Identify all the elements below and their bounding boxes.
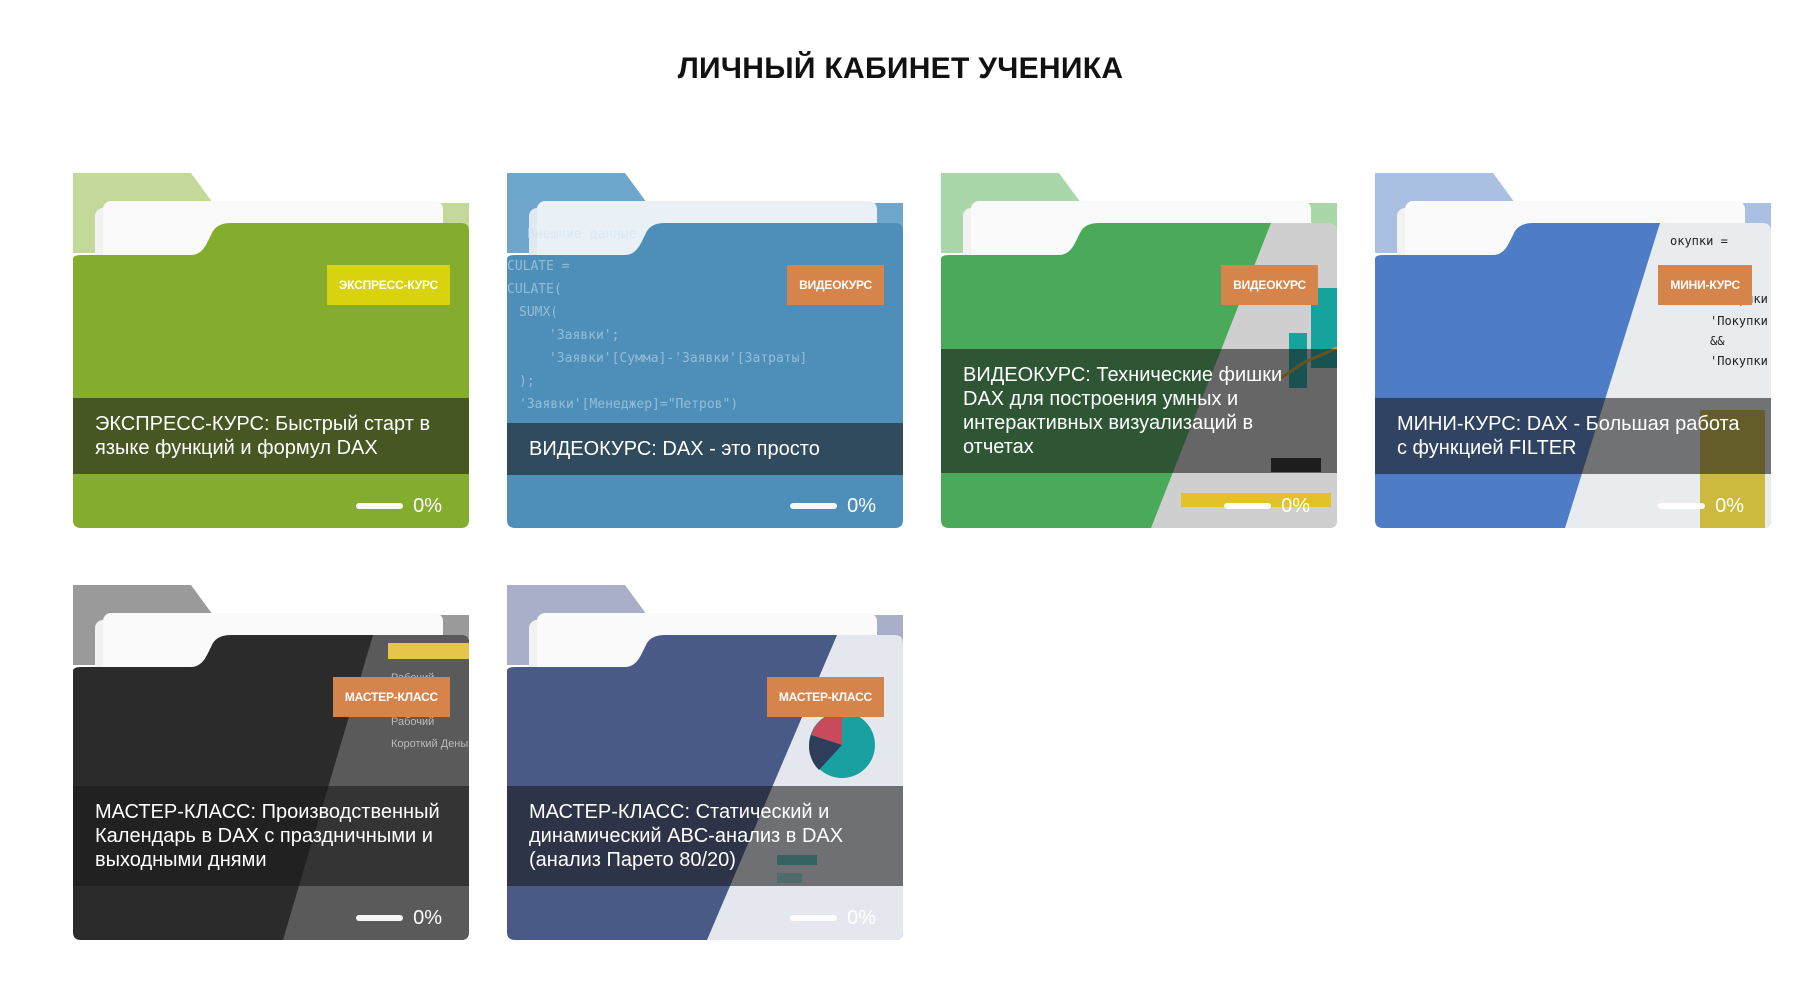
- progress-bar: [790, 503, 838, 509]
- progress-indicator: 0%: [790, 495, 876, 517]
- course-type-badge: МАСТЕР-КЛАСС: [332, 677, 450, 717]
- folder-icon: Рабочий Рабочий Рабочий Короткий Дены: [73, 585, 469, 940]
- progress-bar: [1224, 503, 1272, 509]
- svg-text:);: );: [519, 374, 535, 389]
- page-title: ЛИЧНЫЙ КАБИНЕТ УЧЕНИКА: [677, 52, 1124, 85]
- course-card-dax-visuals[interactable]: ВИДЕОКУРС ВИДЕОКУРС: Технические фишки D…: [941, 173, 1337, 528]
- course-card-filter[interactable]: окупки = 'Покупки 'Покупки && 'Покупки М…: [1375, 173, 1771, 528]
- course-type-badge: ЭКСПРЕСС-КУРС: [326, 265, 450, 305]
- course-title: МАСТЕР-КЛАСС: Производственный Календарь…: [73, 786, 469, 886]
- progress-text: 0%: [413, 906, 442, 929]
- course-title: ВИДЕОКУРС: Технические фишки DAX для пос…: [941, 349, 1337, 473]
- progress-indicator: 0%: [790, 907, 876, 929]
- course-type-badge: МАСТЕР-КЛАСС: [766, 677, 884, 717]
- progress-bar: [356, 503, 404, 509]
- svg-text:CULATE =: CULATE =: [507, 259, 570, 274]
- folder-icon: [507, 585, 903, 940]
- svg-text:'Покупки: 'Покупки: [1710, 354, 1768, 368]
- folder-icon: [73, 173, 469, 528]
- progress-bar: [356, 915, 404, 921]
- svg-text:SUMX(: SUMX(: [519, 305, 558, 320]
- svg-text:Короткий Дены: Короткий Дены: [391, 738, 468, 750]
- svg-text:'Заявки';: 'Заявки';: [549, 328, 619, 343]
- svg-text:окупки =: окупки =: [1670, 234, 1728, 248]
- svg-text:Рабочий: Рабочий: [391, 716, 434, 728]
- svg-text:Внешние данные: Внешние данные: [527, 227, 637, 242]
- progress-indicator: 0%: [1224, 495, 1310, 517]
- folder-icon: окупки = 'Покупки 'Покупки && 'Покупки: [1375, 173, 1771, 528]
- course-card-abc-analysis[interactable]: МАСТЕР-КЛАСС МАСТЕР-КЛАСС: Статический и…: [507, 585, 903, 940]
- svg-text:CULATE(: CULATE(: [507, 282, 562, 297]
- progress-bar: [790, 915, 838, 921]
- svg-text:&&: &&: [1710, 334, 1725, 348]
- course-card-express[interactable]: ЭКСПРЕСС-КУРС ЭКСПРЕСС-КУРС: Быстрый ста…: [73, 173, 469, 528]
- svg-text:'Заявки'[Менеджер]="Петров"): 'Заявки'[Менеджер]="Петров"): [519, 397, 738, 412]
- course-card-dax-simple[interactable]: Внешние данные CULATE = CULATE( SUMX( 'З…: [507, 173, 903, 528]
- course-title: ЭКСПРЕСС-КУРС: Быстрый старт в языке фун…: [73, 398, 469, 474]
- progress-bar: [1658, 503, 1706, 509]
- progress-text: 0%: [847, 494, 876, 517]
- progress-indicator: 0%: [356, 907, 442, 929]
- progress-text: 0%: [847, 906, 876, 929]
- course-type-badge: ВИДЕОКУРС: [1221, 265, 1318, 305]
- progress-text: 0%: [413, 494, 442, 517]
- course-type-badge: ВИДЕОКУРС: [787, 265, 884, 305]
- course-title: ВИДЕОКУРС: DAX - это просто: [507, 423, 903, 475]
- course-title: МАСТЕР-КЛАСС: Статический и динамический…: [507, 786, 903, 886]
- course-title: МИНИ-КУРС: DAX - Большая работа с функци…: [1375, 398, 1771, 474]
- progress-indicator: 0%: [356, 495, 442, 517]
- progress-text: 0%: [1281, 494, 1310, 517]
- svg-text:'Покупки: 'Покупки: [1710, 314, 1768, 328]
- course-card-calendar[interactable]: Рабочий Рабочий Рабочий Короткий Дены МА…: [73, 585, 469, 940]
- progress-text: 0%: [1715, 494, 1744, 517]
- svg-text:'Заявки'[Сумма]-'Заявки'[Затра: 'Заявки'[Сумма]-'Заявки'[Затраты]: [549, 351, 807, 366]
- progress-indicator: 0%: [1658, 495, 1744, 517]
- course-type-badge: МИНИ-КУРС: [1658, 265, 1752, 305]
